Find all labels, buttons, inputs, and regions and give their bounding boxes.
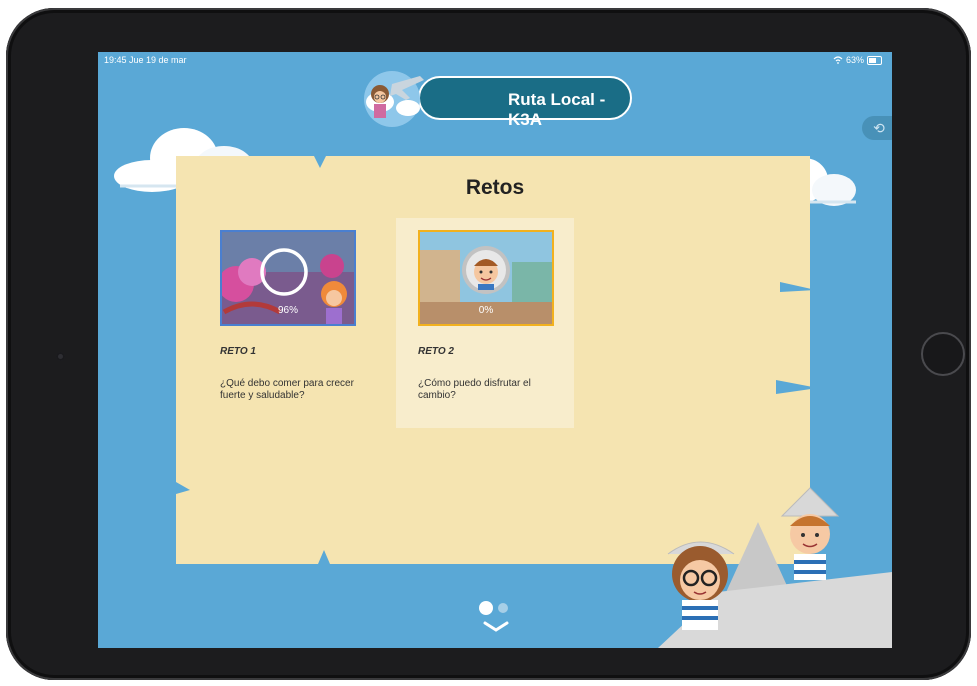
home-button[interactable] <box>921 332 965 376</box>
challenge-card-1[interactable]: 96% RETO 1 ¿Qué debo comer para crecer f… <box>198 218 370 428</box>
status-bar: 19:45 Jue 19 de mar 63% <box>98 52 892 68</box>
challenge-description-2: ¿Cómo puedo disfrutar el cambio? <box>418 378 531 401</box>
challenge-description-1: ¿Qué debo comer para crecer fuerte y sal… <box>220 378 354 401</box>
challenge-label-1: RETO 1 <box>220 346 256 357</box>
refresh-icon: ⟲ <box>873 120 885 136</box>
battery-percent: 63% <box>845 55 864 65</box>
challenge-progress-2: 0% <box>478 305 494 316</box>
status-right: 63% <box>833 55 882 65</box>
route-avatar-icon <box>364 71 424 127</box>
challenge-progress-1: 96% <box>277 305 298 316</box>
challenge-thumbnail-2[interactable]: 0% <box>418 230 554 326</box>
route-title: Ruta Local - K3A <box>508 90 606 129</box>
characters-illustration <box>658 487 892 648</box>
wifi-icon <box>833 56 843 64</box>
challenge-thumbnail-1[interactable]: 96% <box>220 230 356 326</box>
app-screen: 19:45 Jue 19 de mar 63% Retos 96% RETO 1… <box>98 52 892 648</box>
section-title: Retos <box>465 176 525 199</box>
refresh-button[interactable]: ⟲ <box>862 116 892 140</box>
page-indicator <box>479 601 508 615</box>
chevron-down-icon[interactable] <box>483 621 509 633</box>
front-camera <box>56 352 65 361</box>
challenge-label-2: RETO 2 <box>418 346 454 357</box>
challenge-card-2[interactable]: 0% RETO 2 ¿Cómo puedo disfrutar el cambi… <box>396 218 574 428</box>
status-time-date: 19:45 Jue 19 de mar <box>104 55 187 65</box>
route-header: Ruta Local - K3A <box>418 76 632 129</box>
battery-icon <box>867 55 882 65</box>
